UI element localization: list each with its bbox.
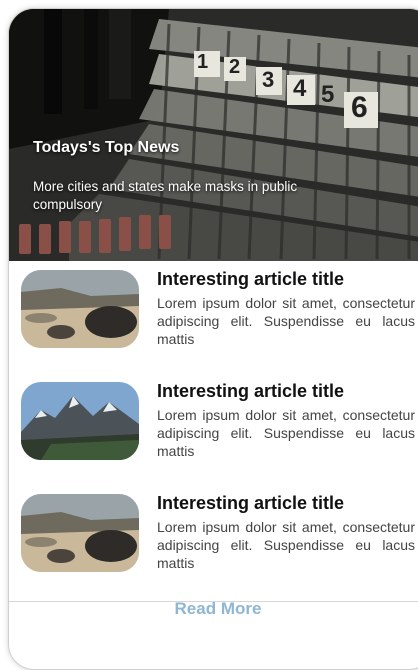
hero-subtitle: More cities and states make masks in pub… — [33, 179, 298, 212]
article-excerpt: Lorem ipsum dolor sit amet, consectetur … — [157, 295, 415, 347]
article-thumbnail[interactable] — [21, 270, 139, 348]
sign-number: 5 — [321, 81, 335, 108]
article-title[interactable]: Interesting article title — [157, 381, 344, 402]
sign-number: 6 — [351, 91, 368, 124]
news-card: 1 2 3 4 5 6 Todays's Top News More citie… — [8, 8, 418, 670]
sign-number: 3 — [262, 67, 275, 92]
hero-title[interactable]: Todays's Top News — [33, 139, 363, 157]
hero-banner[interactable]: 1 2 3 4 5 6 Todays's Top News More citie… — [9, 9, 418, 261]
sign-number: 1 — [197, 51, 209, 73]
hero-text: Todays's Top News More cities and states… — [33, 139, 363, 214]
article-thumbnail[interactable] — [21, 382, 139, 460]
article-title[interactable]: Interesting article title — [157, 493, 344, 514]
beach-rocks-photo — [21, 270, 139, 348]
mountain-lake-photo — [21, 382, 139, 460]
sign-number: 4 — [293, 75, 307, 102]
hero-image — [9, 9, 418, 261]
article-title[interactable]: Interesting article title — [157, 269, 344, 290]
article-item[interactable]: Interesting article title Lorem ipsum do… — [9, 373, 418, 490]
sign-number: 2 — [229, 56, 241, 78]
article-excerpt: Lorem ipsum dolor sit amet, consectetur … — [157, 519, 415, 571]
read-more-link[interactable]: Read More — [9, 599, 418, 619]
article-excerpt: Lorem ipsum dolor sit amet, consectetur … — [157, 407, 415, 459]
beach-rocks-photo — [21, 494, 139, 572]
article-item[interactable]: Interesting article title Lorem ipsum do… — [9, 261, 418, 378]
article-item[interactable]: Interesting article title Lorem ipsum do… — [9, 485, 418, 602]
article-thumbnail[interactable] — [21, 494, 139, 572]
